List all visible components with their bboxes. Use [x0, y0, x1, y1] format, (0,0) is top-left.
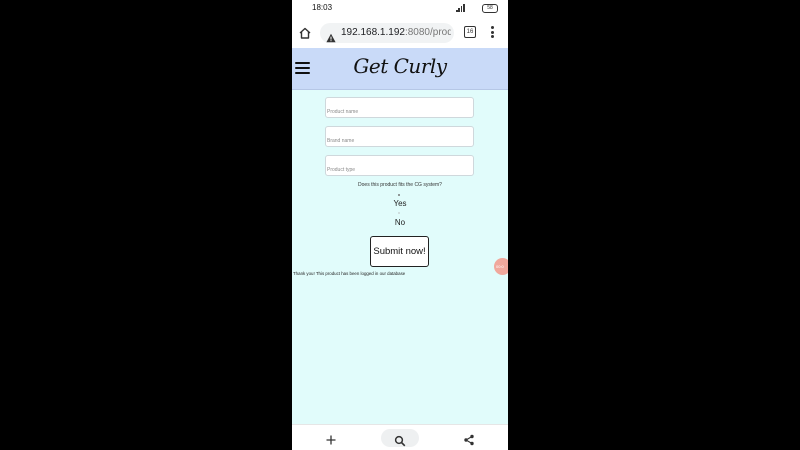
floating-timer-bubble[interactable]: 00:0 [494, 258, 508, 275]
warning-icon[interactable] [326, 28, 336, 43]
bottom-navigation-bar [292, 424, 508, 450]
status-time: 18:03 [312, 3, 333, 12]
wifi-icon [469, 4, 478, 12]
url-port-path: :8080/produc [404, 27, 451, 38]
submit-button[interactable]: Submit now! [370, 236, 429, 267]
no-radio[interactable] [398, 212, 400, 214]
phone-screen: 18:03 58 192.168.1.192:8080/produc 16 Ge… [292, 0, 508, 450]
product-name-input[interactable] [326, 102, 474, 122]
brand-name-field[interactable] [325, 126, 474, 151]
product-name-field[interactable] [325, 97, 474, 122]
status-icons: 58 [456, 3, 498, 13]
hamburger-icon[interactable] [295, 62, 310, 75]
plus-icon[interactable] [325, 431, 337, 445]
yes-radio[interactable] [398, 194, 400, 196]
confirmation-message: Thank you! This product has been logged … [293, 271, 406, 276]
yes-option-label[interactable]: Yes [292, 199, 508, 208]
menu-dots-icon[interactable] [490, 26, 494, 40]
site-header: Get Curly [292, 48, 508, 90]
search-button[interactable] [381, 429, 419, 447]
share-icon[interactable] [463, 431, 475, 446]
url-host: 192.168.1.192 [341, 27, 405, 38]
site-logo: Get Curly [353, 54, 447, 78]
browser-toolbar: 192.168.1.192:8080/produc 16 [292, 18, 508, 49]
brand-name-input[interactable] [326, 131, 474, 151]
battery-icon: 58 [482, 3, 498, 13]
product-type-input[interactable] [326, 160, 474, 180]
status-bar: 18:03 58 [292, 0, 508, 18]
home-icon[interactable] [298, 25, 312, 39]
product-type-field[interactable] [325, 155, 474, 180]
search-icon[interactable] [394, 432, 406, 447]
cg-question: Does this product fits the CG system? [358, 182, 442, 188]
url-text[interactable]: 192.168.1.192:8080/produc [341, 26, 451, 40]
signal-icon [456, 4, 465, 12]
tabs-icon[interactable]: 16 [464, 26, 476, 38]
address-bar[interactable]: 192.168.1.192:8080/produc [320, 23, 454, 43]
no-option-label[interactable]: No [292, 218, 508, 227]
